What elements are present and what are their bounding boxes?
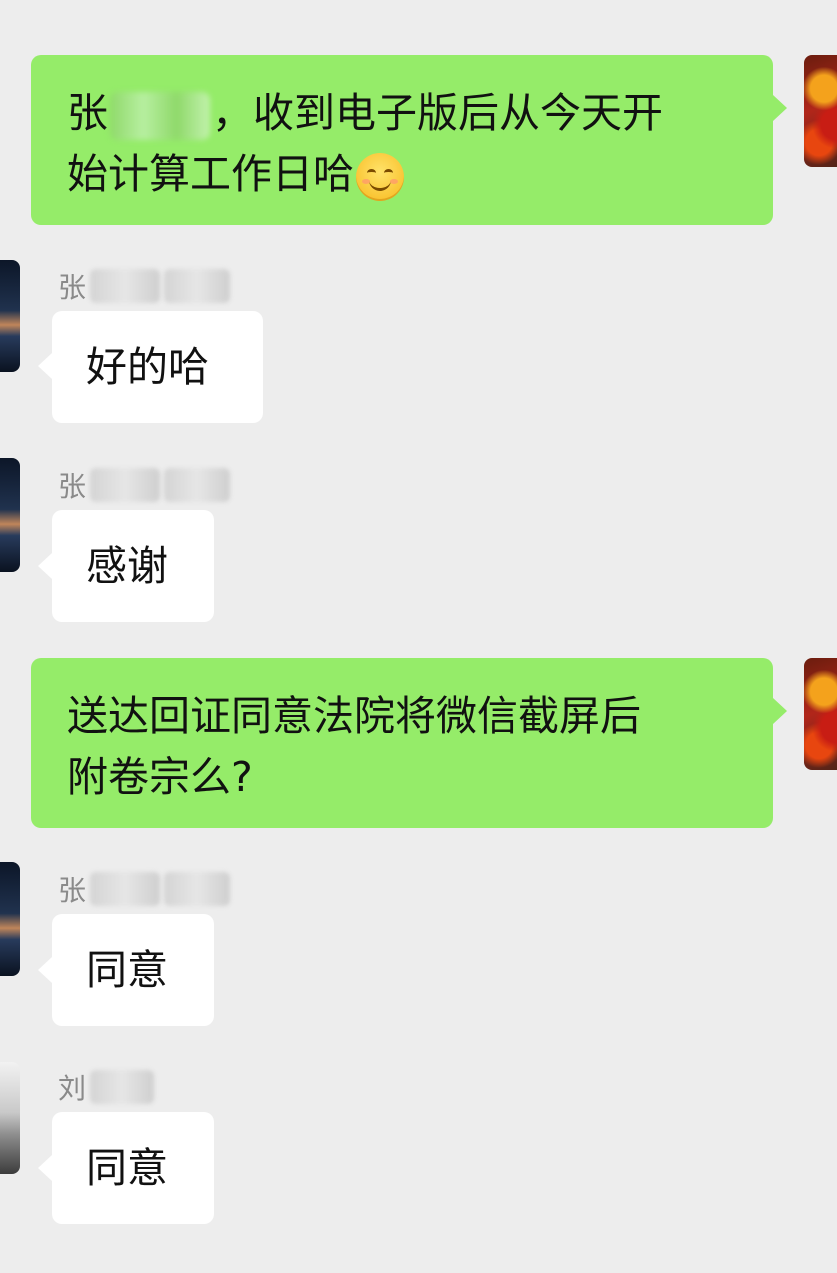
message-text: ，收到电子版后从今天开 (212, 89, 663, 137)
message-text: 感谢 (86, 542, 168, 590)
message-text: 同意 (86, 1144, 168, 1192)
my-avatar[interactable] (804, 658, 837, 770)
message-text: 张 (67, 89, 108, 137)
bubble-tail (773, 95, 787, 121)
contact-avatar[interactable] (0, 862, 20, 976)
smiling-face-emoji-icon (356, 153, 404, 201)
incoming-message-bubble[interactable]: 同意 (52, 1112, 214, 1224)
contact-avatar[interactable] (0, 260, 20, 372)
message-line: 附卷宗么? (67, 753, 253, 801)
message-line: 张 ，收到电子版后从今天开 (67, 83, 737, 144)
sender-name: 张 (58, 266, 231, 306)
sender-name: 张 (58, 869, 231, 909)
redacted-name (164, 269, 231, 303)
redacted-name (90, 468, 161, 502)
message-text: 好的哈 (86, 343, 209, 391)
my-avatar[interactable] (804, 55, 837, 167)
sender-name: 张 (58, 465, 231, 505)
sender-name: 刘 (58, 1067, 155, 1107)
contact-avatar[interactable] (0, 458, 20, 572)
incoming-message-bubble[interactable]: 同意 (52, 914, 214, 1026)
message-line: 送达回证同意法院将微信截屏后 (67, 692, 641, 740)
bubble-tail (38, 553, 52, 579)
message-text: 同意 (86, 946, 168, 994)
redacted-name (164, 468, 231, 502)
message-text: 始计算工作日哈 (67, 150, 354, 198)
bubble-tail (38, 1155, 52, 1181)
contact-avatar[interactable] (0, 1062, 20, 1174)
redacted-name (90, 269, 161, 303)
redacted-name (90, 1070, 155, 1104)
bubble-tail (773, 698, 787, 724)
outgoing-message-bubble[interactable]: 张 ，收到电子版后从今天开 始计算工作日哈 (31, 55, 773, 225)
outgoing-message-bubble[interactable]: 送达回证同意法院将微信截屏后 附卷宗么? (31, 658, 773, 828)
message-line: 始计算工作日哈 (67, 144, 737, 205)
redacted-name (110, 92, 210, 140)
redacted-name (164, 872, 231, 906)
redacted-name (90, 872, 161, 906)
bubble-tail (38, 353, 52, 379)
incoming-message-bubble[interactable]: 感谢 (52, 510, 214, 622)
incoming-message-bubble[interactable]: 好的哈 (52, 311, 263, 423)
bubble-tail (38, 957, 52, 983)
